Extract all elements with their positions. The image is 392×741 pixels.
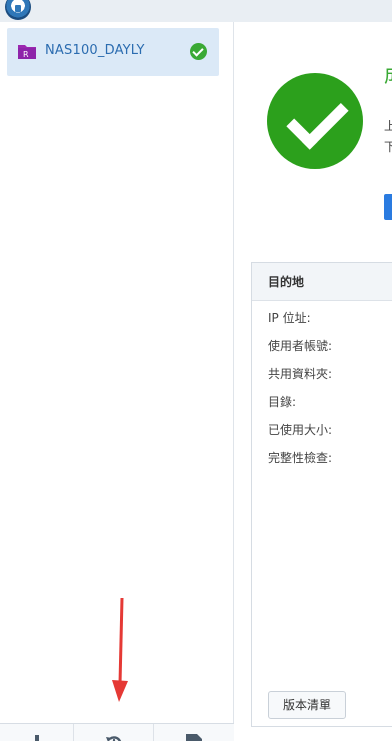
destination-card: 目的地 IP 位址: 使用者帳號: 共用資料夾: 目錄: 已使用大小: 完整性檢… bbox=[251, 262, 392, 727]
used-size-label: 已使用大小: bbox=[268, 423, 333, 437]
folder-icon: R bbox=[18, 45, 36, 59]
last-backup-line: 上 bbox=[384, 119, 392, 133]
folder-badge-label: R bbox=[23, 50, 29, 59]
log-button[interactable] bbox=[154, 724, 234, 741]
username-label: 使用者帳號: bbox=[268, 339, 333, 353]
integrity-check-label: 完整性檢查: bbox=[268, 451, 333, 465]
next-backup-line: 下 bbox=[384, 140, 392, 154]
success-check-icon bbox=[190, 43, 207, 60]
status-title: 成 bbox=[384, 59, 392, 88]
annotation-arrow bbox=[112, 598, 128, 702]
shared-folder-label: 共用資料夾: bbox=[268, 367, 333, 381]
app-logo-icon bbox=[5, 0, 31, 20]
version-list-button[interactable]: 版本清單 bbox=[268, 691, 346, 719]
window-top-bar bbox=[0, 0, 392, 22]
history-icon bbox=[105, 736, 121, 741]
directory-label: 目錄: bbox=[268, 395, 297, 409]
task-toolbar bbox=[0, 723, 234, 741]
document-icon bbox=[186, 734, 202, 741]
backup-now-button[interactable] bbox=[384, 194, 392, 220]
task-name: NAS100_DAYLY bbox=[45, 43, 145, 58]
success-status-icon bbox=[267, 73, 363, 169]
task-detail-panel: 成 上 下 目的地 IP 位址: 使用者帳號: 共用資料夾: 目錄: 已使用大小… bbox=[235, 22, 392, 741]
add-task-button[interactable] bbox=[0, 724, 74, 741]
ip-address-label: IP 位址: bbox=[268, 311, 311, 325]
plus-icon bbox=[28, 735, 46, 741]
history-button[interactable] bbox=[74, 724, 154, 741]
task-item-nas100-dayly[interactable]: R NAS100_DAYLY bbox=[7, 28, 219, 76]
destination-header: 目的地 bbox=[252, 263, 392, 301]
